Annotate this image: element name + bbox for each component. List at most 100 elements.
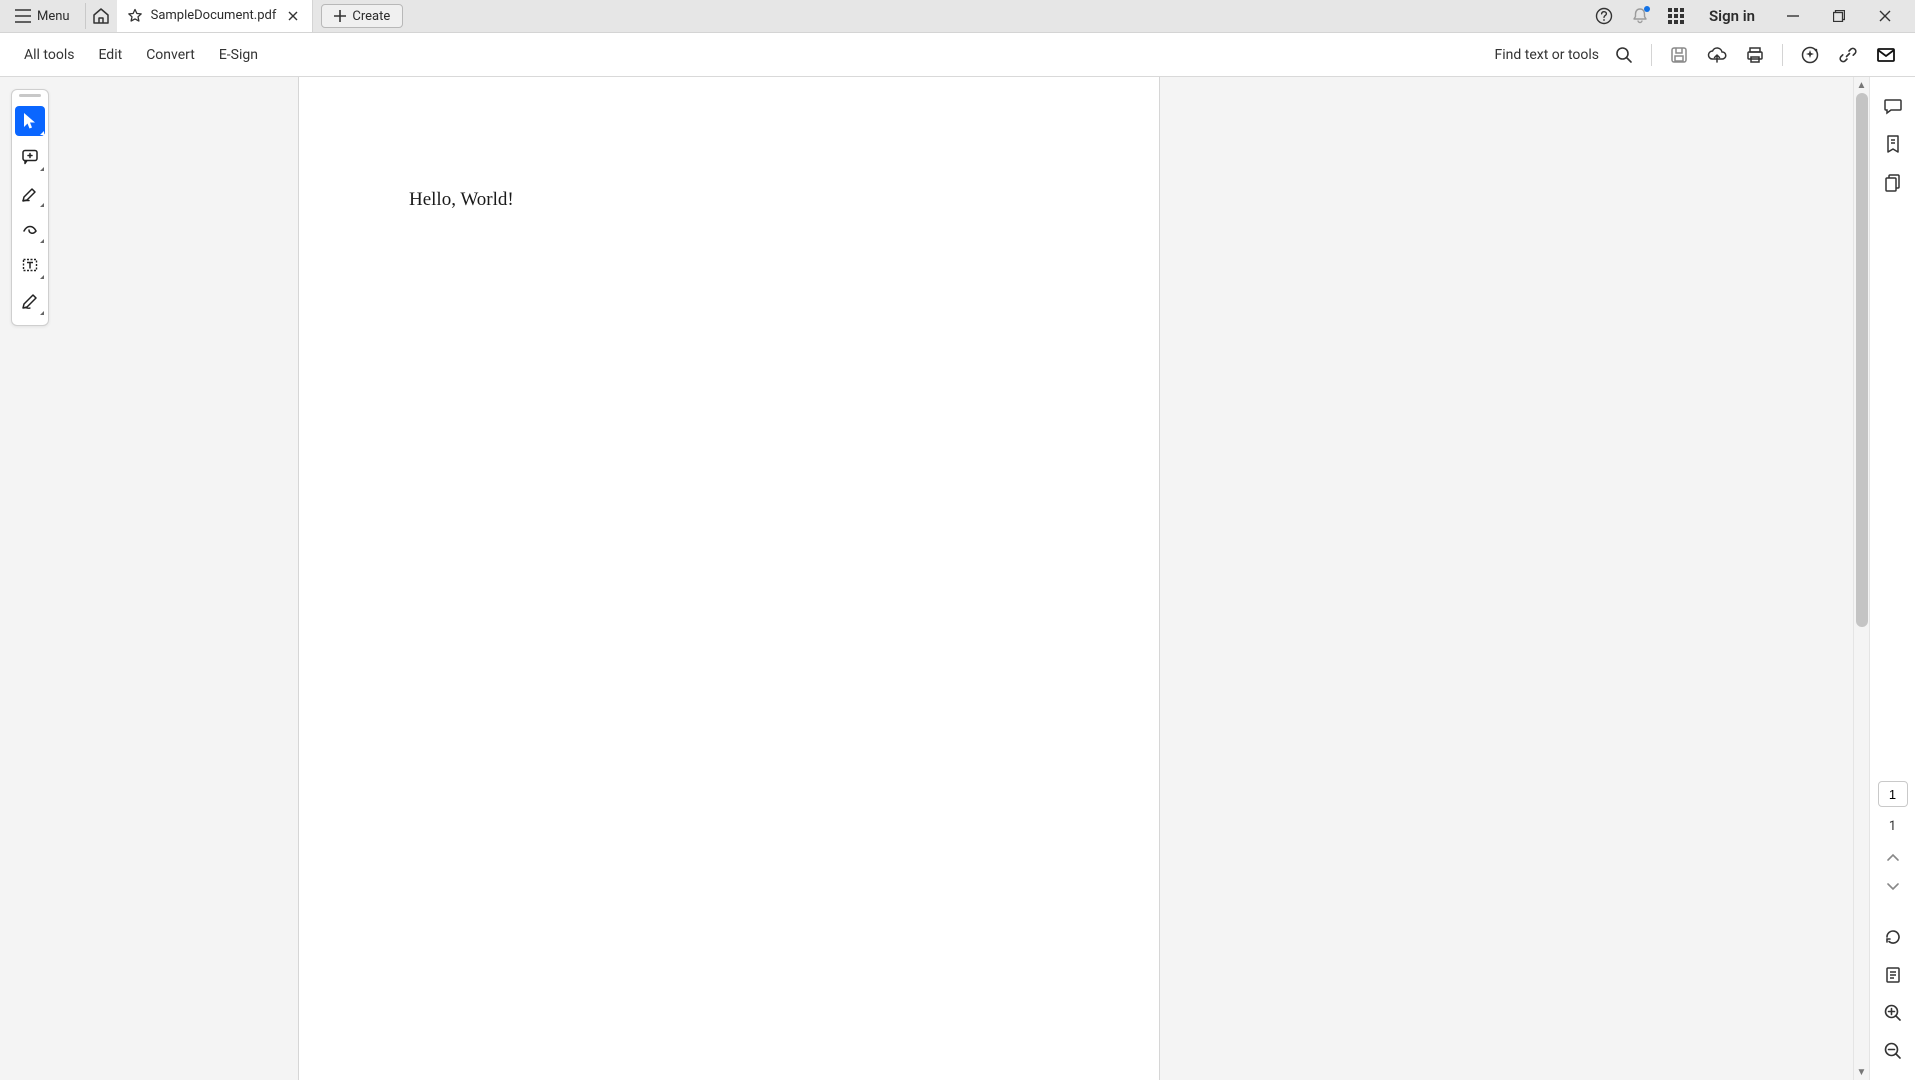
menu-label: E-Sign <box>219 47 258 63</box>
chat-icon <box>1883 96 1903 116</box>
rail-bottom <box>1876 922 1910 1080</box>
create-button[interactable]: Create <box>321 4 403 28</box>
zoom-out-button[interactable] <box>1876 1036 1910 1066</box>
find-text-button[interactable]: Find text or tools <box>1495 47 1604 63</box>
submenu-indicator-icon <box>40 311 44 315</box>
help-button[interactable] <box>1587 2 1621 30</box>
pages-icon <box>1883 172 1903 192</box>
tool-palette[interactable] <box>11 89 49 326</box>
rotate-icon <box>1883 927 1903 947</box>
apps-button[interactable] <box>1659 2 1693 30</box>
menu-button[interactable]: Menu <box>4 3 81 29</box>
share-link-button[interactable] <box>1831 38 1865 72</box>
create-label: Create <box>352 9 390 24</box>
document-body-text[interactable]: Hello, World! <box>409 189 514 211</box>
signin-label: Sign in <box>1709 7 1755 25</box>
rotate-button[interactable] <box>1876 922 1910 952</box>
menubar-right: Find text or tools <box>1495 38 1904 72</box>
separator <box>1651 44 1652 66</box>
prev-page-button[interactable] <box>1878 848 1908 868</box>
print-button[interactable] <box>1738 38 1772 72</box>
zoom-out-icon <box>1883 1041 1903 1061</box>
chevron-up-icon: ▲ <box>1857 80 1867 91</box>
total-pages-label: 1 <box>1889 819 1896 834</box>
titlebar: Menu SampleDocument.pdf Create <box>0 0 1915 33</box>
document-tab[interactable]: SampleDocument.pdf <box>117 0 314 32</box>
zoom-in-button[interactable] <box>1876 998 1910 1028</box>
zoom-in-icon <box>1883 1003 1903 1023</box>
save-icon <box>1670 46 1688 64</box>
highlighter-icon <box>21 184 39 202</box>
submenu-indicator-icon <box>40 275 44 279</box>
menu-esign[interactable]: E-Sign <box>207 33 270 77</box>
highlight-tool[interactable] <box>15 178 45 208</box>
find-search-button[interactable] <box>1607 38 1641 72</box>
home-button[interactable] <box>85 3 117 29</box>
next-page-button[interactable] <box>1878 876 1908 896</box>
freeform-icon <box>21 220 39 238</box>
cursor-icon <box>22 112 38 130</box>
hamburger-icon <box>15 9 31 23</box>
help-icon <box>1595 7 1613 25</box>
select-tool[interactable] <box>15 106 45 136</box>
page-display-icon <box>1883 965 1903 985</box>
scroll-thumb[interactable] <box>1856 93 1868 627</box>
scroll-track[interactable] <box>1854 93 1870 1064</box>
document-page[interactable]: Hello, World! <box>298 77 1160 1080</box>
current-page-input[interactable] <box>1878 781 1908 807</box>
sign-tool[interactable] <box>15 286 45 316</box>
thumbnails-panel-button[interactable] <box>1876 167 1910 197</box>
menu-edit[interactable]: Edit <box>86 33 134 77</box>
window-restore-button[interactable] <box>1817 2 1861 30</box>
palette-grip[interactable] <box>19 94 41 97</box>
submenu-indicator-icon <box>40 203 44 207</box>
notifications-button[interactable] <box>1623 2 1657 30</box>
chevron-up-icon <box>1886 853 1900 863</box>
notification-dot-icon <box>1644 6 1650 12</box>
submenu-indicator-icon <box>40 131 44 135</box>
submenu-indicator-icon <box>40 239 44 243</box>
star-icon[interactable] <box>127 8 143 24</box>
chevron-down-icon <box>1886 881 1900 891</box>
menu-label: Convert <box>146 47 195 63</box>
window-close-button[interactable] <box>1863 2 1907 30</box>
search-icon <box>1615 46 1633 64</box>
window-minimize-button[interactable] <box>1771 2 1815 30</box>
scroll-down-button[interactable]: ▼ <box>1854 1064 1870 1080</box>
print-icon <box>1746 46 1764 64</box>
draw-tool[interactable] <box>15 214 45 244</box>
minimize-icon <box>1787 10 1799 22</box>
menu-label: Edit <box>98 47 122 63</box>
bookmark-icon <box>1883 134 1903 154</box>
home-icon <box>92 7 110 25</box>
signature-icon <box>21 292 39 310</box>
comment-tool[interactable] <box>15 142 45 172</box>
textbox-icon <box>21 256 39 274</box>
menubar: All tools Edit Convert E-Sign Find text … <box>0 33 1915 77</box>
upload-button[interactable] <box>1700 38 1734 72</box>
restore-icon <box>1833 10 1845 22</box>
cloud-upload-icon <box>1707 46 1727 64</box>
page-display-button[interactable] <box>1876 960 1910 990</box>
envelope-icon <box>1877 47 1895 63</box>
vertical-scrollbar[interactable]: ▲ ▼ <box>1853 77 1869 1080</box>
scroll-up-button[interactable]: ▲ <box>1854 77 1870 93</box>
menubar-left: All tools Edit Convert E-Sign <box>12 33 270 77</box>
submenu-indicator-icon <box>40 167 44 171</box>
share-email-button[interactable] <box>1869 38 1903 72</box>
save-button[interactable] <box>1662 38 1696 72</box>
menu-convert[interactable]: Convert <box>134 33 207 77</box>
bookmarks-panel-button[interactable] <box>1876 129 1910 159</box>
tab-close-button[interactable] <box>284 7 302 25</box>
canvas-right-gutter: ▲ ▼ <box>1160 77 1869 1080</box>
workspace: Hello, World! ▲ ▼ <box>0 77 1915 1080</box>
menu-all-tools[interactable]: All tools <box>12 33 86 77</box>
textbox-tool[interactable] <box>15 250 45 280</box>
comments-panel-button[interactable] <box>1876 91 1910 121</box>
menu-label: Menu <box>37 9 70 24</box>
link-icon <box>1839 46 1857 64</box>
titlebar-right: Sign in <box>1587 2 1911 30</box>
signin-button[interactable]: Sign in <box>1695 7 1769 25</box>
separator <box>1782 44 1783 66</box>
ai-assistant-button[interactable] <box>1793 38 1827 72</box>
